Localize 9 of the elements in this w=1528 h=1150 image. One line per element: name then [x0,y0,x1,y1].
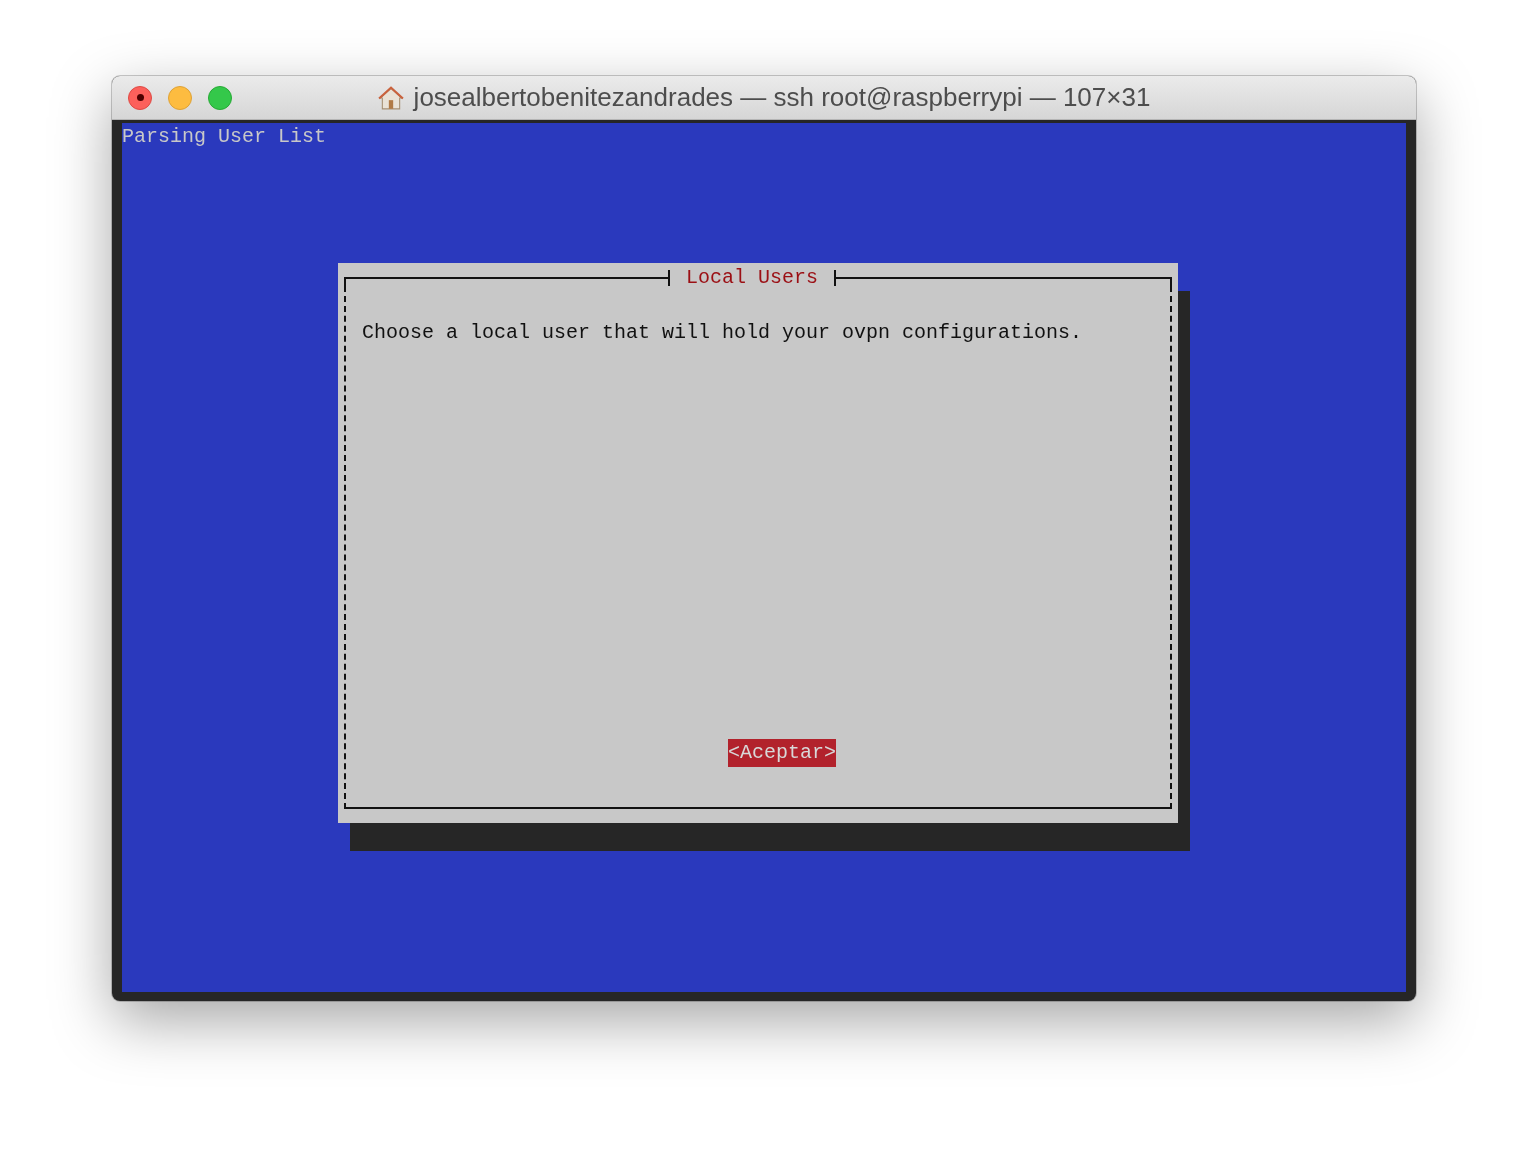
accept-button[interactable]: <Aceptar> [728,739,836,767]
maximize-button[interactable] [208,85,232,110]
close-button[interactable] [128,85,152,110]
window-title: josealbertobenitezandrades — ssh root@raspberrypi — 107×31 [413,82,1151,113]
status-line: Parsing User List [122,124,328,150]
minimize-button[interactable] [168,85,192,110]
house-icon [377,84,404,111]
dialog-message: Choose a local user that will hold your ovpn configurations. [362,320,1084,346]
dialog-title: Local Users [685,266,820,290]
